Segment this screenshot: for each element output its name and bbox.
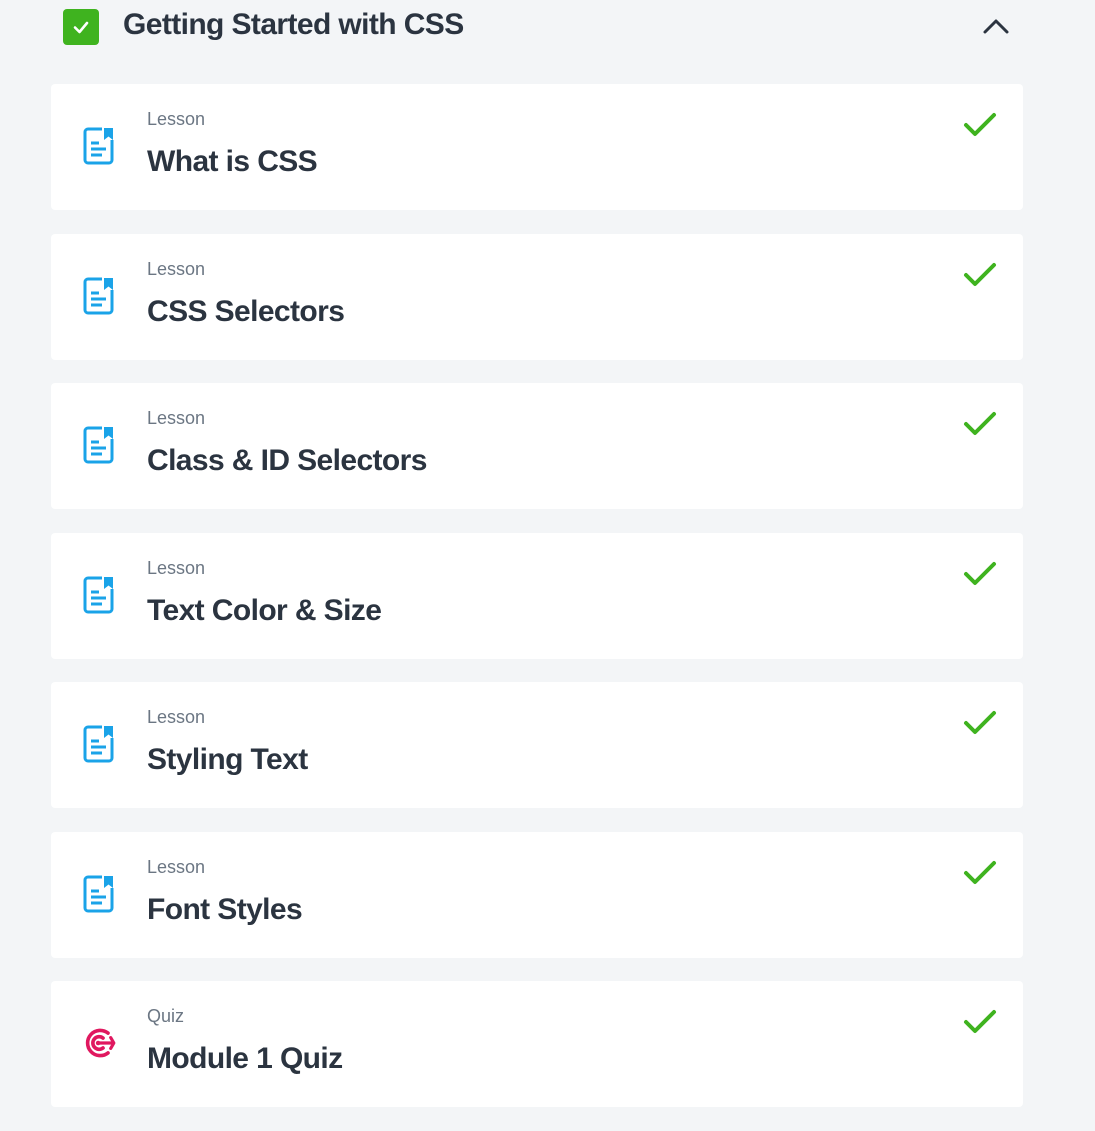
item-type-label: Lesson xyxy=(147,856,206,877)
checkbox-checked-icon xyxy=(73,21,89,34)
completed-check-icon xyxy=(963,708,997,738)
list-item[interactable]: Lesson Font Styles xyxy=(51,831,1023,958)
item-type-label: Lesson xyxy=(147,109,206,129)
lesson-document-icon xyxy=(81,276,117,316)
item-type-label: Quiz xyxy=(147,1006,185,1026)
item-type-label: Lesson xyxy=(147,707,206,727)
list-item[interactable]: Lesson Class & ID Selectors xyxy=(51,383,1023,509)
completed-check-icon xyxy=(963,1007,997,1037)
lesson-document-icon xyxy=(81,874,117,914)
item-title[interactable]: Text Color & Size xyxy=(147,594,382,628)
module-item-list: Lesson What is CSS Lesson CSS Selectors xyxy=(51,84,1023,1131)
lesson-document-icon xyxy=(81,425,117,465)
module-header[interactable]: Getting Started with CSS xyxy=(0,0,1095,60)
completed-check-icon xyxy=(963,260,997,290)
lesson-document-icon xyxy=(81,724,117,764)
list-item[interactable]: Quiz Module 1 Quiz xyxy=(51,981,1023,1107)
completed-check-icon xyxy=(963,409,997,439)
completed-check-icon xyxy=(963,858,997,888)
collapse-toggle-button[interactable] xyxy=(976,6,1016,46)
list-item[interactable]: Lesson CSS Selectors xyxy=(51,233,1023,360)
completed-check-icon xyxy=(963,559,997,589)
list-item[interactable]: Lesson Text Color & Size xyxy=(51,532,1023,659)
list-item[interactable]: Lesson Styling Text xyxy=(51,682,1023,808)
list-item[interactable]: Lesson What is CSS xyxy=(51,84,1023,210)
item-title[interactable]: Styling Text xyxy=(147,743,308,777)
item-title[interactable]: CSS Selectors xyxy=(147,295,345,329)
item-type-label: Lesson xyxy=(147,557,206,578)
chevron-up-icon xyxy=(983,19,1009,34)
item-type-label: Lesson xyxy=(147,258,206,279)
item-title[interactable]: Font Styles xyxy=(147,893,303,927)
lesson-document-icon xyxy=(81,126,117,166)
item-title[interactable]: Class & ID Selectors xyxy=(147,444,427,478)
item-title[interactable]: What is CSS xyxy=(147,145,318,179)
module-complete-checkbox xyxy=(63,9,99,45)
lesson-document-icon xyxy=(81,575,117,615)
item-title[interactable]: Module 1 Quiz xyxy=(147,1042,343,1076)
quiz-target-icon xyxy=(81,1023,117,1063)
item-type-label: Lesson xyxy=(147,408,206,428)
completed-check-icon xyxy=(963,110,997,140)
module-title: Getting Started with CSS xyxy=(123,8,464,41)
